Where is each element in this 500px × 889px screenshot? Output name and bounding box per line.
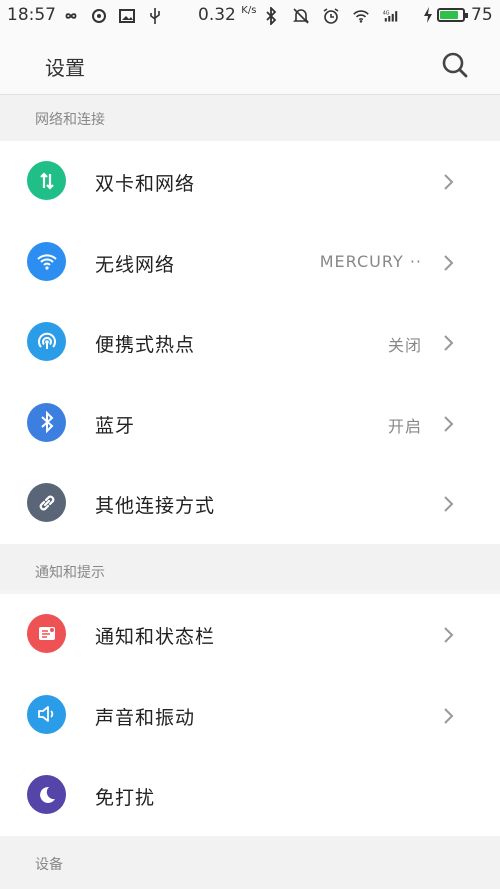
infinity-icon (62, 7, 80, 25)
hotspot-icon (27, 322, 66, 361)
settings-list-notifications: 通知和状态栏 声音和振动 免打扰 (0, 594, 500, 836)
search-icon (442, 52, 468, 78)
battery-indicator (437, 8, 468, 22)
section-header-device: 设备 (0, 836, 500, 889)
settings-item-dual-sim[interactable]: 双卡和网络 (0, 141, 500, 222)
wifi-icon (27, 241, 66, 281)
image-icon (118, 7, 136, 25)
sound-icon (27, 694, 66, 734)
settings-item-do-not-disturb[interactable]: 免打扰 (0, 755, 500, 836)
dual-sim-icon (27, 161, 66, 200)
chevron-right-icon (444, 627, 454, 643)
usb-icon (146, 7, 164, 25)
svg-text:4G: 4G (383, 11, 390, 17)
charging-icon (423, 7, 433, 28)
settings-item-hotspot[interactable]: 便携式热点 关闭 (0, 302, 500, 383)
mute-icon (292, 7, 310, 25)
alarm-icon (322, 7, 340, 25)
status-time: 18:57 (7, 5, 56, 25)
sync-icon (90, 7, 108, 25)
chevron-right-icon (444, 415, 454, 432)
signal-4g-icon: 4G (382, 7, 400, 25)
link-icon (27, 483, 66, 522)
wifi-icon (352, 7, 370, 25)
chevron-right-icon (444, 496, 454, 512)
bluetooth-icon (27, 402, 66, 442)
notification-icon (27, 614, 66, 653)
chevron-right-icon (444, 335, 454, 351)
settings-item-sound-vibration[interactable]: 声音和振动 (0, 675, 500, 756)
settings-item-notification-bar[interactable]: 通知和状态栏 (0, 594, 500, 675)
page-title: 设置 (45, 56, 85, 80)
settings-item-wifi[interactable]: 无线网络 MERCURY ·· (0, 222, 500, 303)
chevron-right-icon (444, 707, 454, 724)
search-button[interactable] (440, 50, 470, 80)
settings-list-network: 双卡和网络 无线网络 MERCURY ·· 便携式热点 关闭 蓝牙 开启 其他连… (0, 141, 500, 544)
battery-level: 75 (471, 5, 493, 25)
chevron-right-icon (444, 254, 454, 271)
moon-icon (27, 775, 66, 814)
app-bar: 设置 (0, 32, 500, 95)
network-speed: 0.32 K/s (198, 5, 257, 25)
bluetooth-icon (262, 7, 280, 25)
settings-item-other-connections[interactable]: 其他连接方式 (0, 463, 500, 544)
status-bar: 18:57 0.32 K/s 4G 75 (0, 0, 500, 32)
section-header-network: 网络和连接 (0, 95, 500, 141)
settings-item-bluetooth[interactable]: 蓝牙 开启 (0, 383, 500, 464)
section-header-notifications: 通知和提示 (0, 544, 500, 590)
chevron-right-icon (444, 174, 454, 190)
